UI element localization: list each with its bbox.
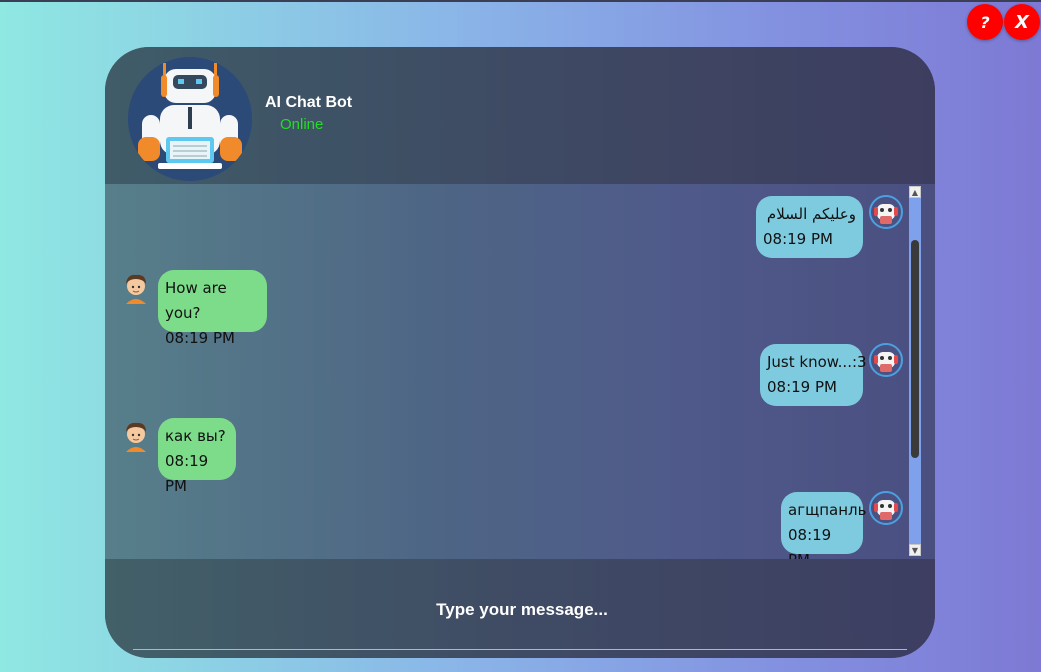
bot-message-bubble: وعليكم السلام 08:19 PM xyxy=(756,196,863,258)
message-text: Just know...:3 xyxy=(767,353,867,371)
message-text: وعليكم السلام xyxy=(766,205,856,223)
message-time: 08:19 PM xyxy=(165,452,209,495)
robot-icon xyxy=(128,57,252,181)
help-button[interactable]: ? xyxy=(967,4,1003,40)
scroll-up-arrow-icon[interactable]: ▲ xyxy=(909,186,921,198)
bot-name: AI Chat Bot xyxy=(265,94,353,111)
robot-icon xyxy=(869,194,903,230)
user-avatar-icon xyxy=(119,270,153,306)
message-input[interactable] xyxy=(133,589,911,631)
message-text: агщпанль xyxy=(788,501,867,519)
scroll-thumb[interactable] xyxy=(911,240,919,458)
chat-header: AI Chat Bot Online xyxy=(105,47,935,184)
close-button[interactable]: X xyxy=(1004,4,1040,40)
user-message-bubble: как вы? 08:19 PM xyxy=(158,418,236,495)
message-input-area xyxy=(105,559,935,658)
user-avatar-icon xyxy=(119,418,153,454)
bot-message-bubble: агщпанль 08:19 PM xyxy=(781,492,867,559)
input-underline xyxy=(133,649,907,650)
status-text: Online xyxy=(280,116,324,133)
message-scrollbar[interactable]: ▲ ▼ xyxy=(909,186,921,556)
chat-window: AI Chat Bot Online وعليكم السلام 08:19 P… xyxy=(105,47,935,658)
message-text: как вы? xyxy=(165,427,226,445)
scroll-down-arrow-icon[interactable]: ▼ xyxy=(909,544,921,556)
user-message-bubble: How are you? 08:19 PM xyxy=(158,270,267,347)
bot-message-bubble: Just know...:3 08:19 PM xyxy=(760,344,867,406)
message-time: 08:19 PM xyxy=(767,378,837,396)
robot-icon xyxy=(869,342,903,378)
message-time: 08:19 PM xyxy=(763,230,833,248)
message-time: 08:19 PM xyxy=(788,526,832,559)
window-top-border xyxy=(0,0,1041,2)
message-text: How are you? xyxy=(165,279,227,322)
message-time: 08:19 PM xyxy=(165,329,235,347)
robot-icon xyxy=(869,490,903,526)
message-list[interactable]: وعليكم السلام 08:19 PM How are you? 08:1… xyxy=(105,184,935,559)
